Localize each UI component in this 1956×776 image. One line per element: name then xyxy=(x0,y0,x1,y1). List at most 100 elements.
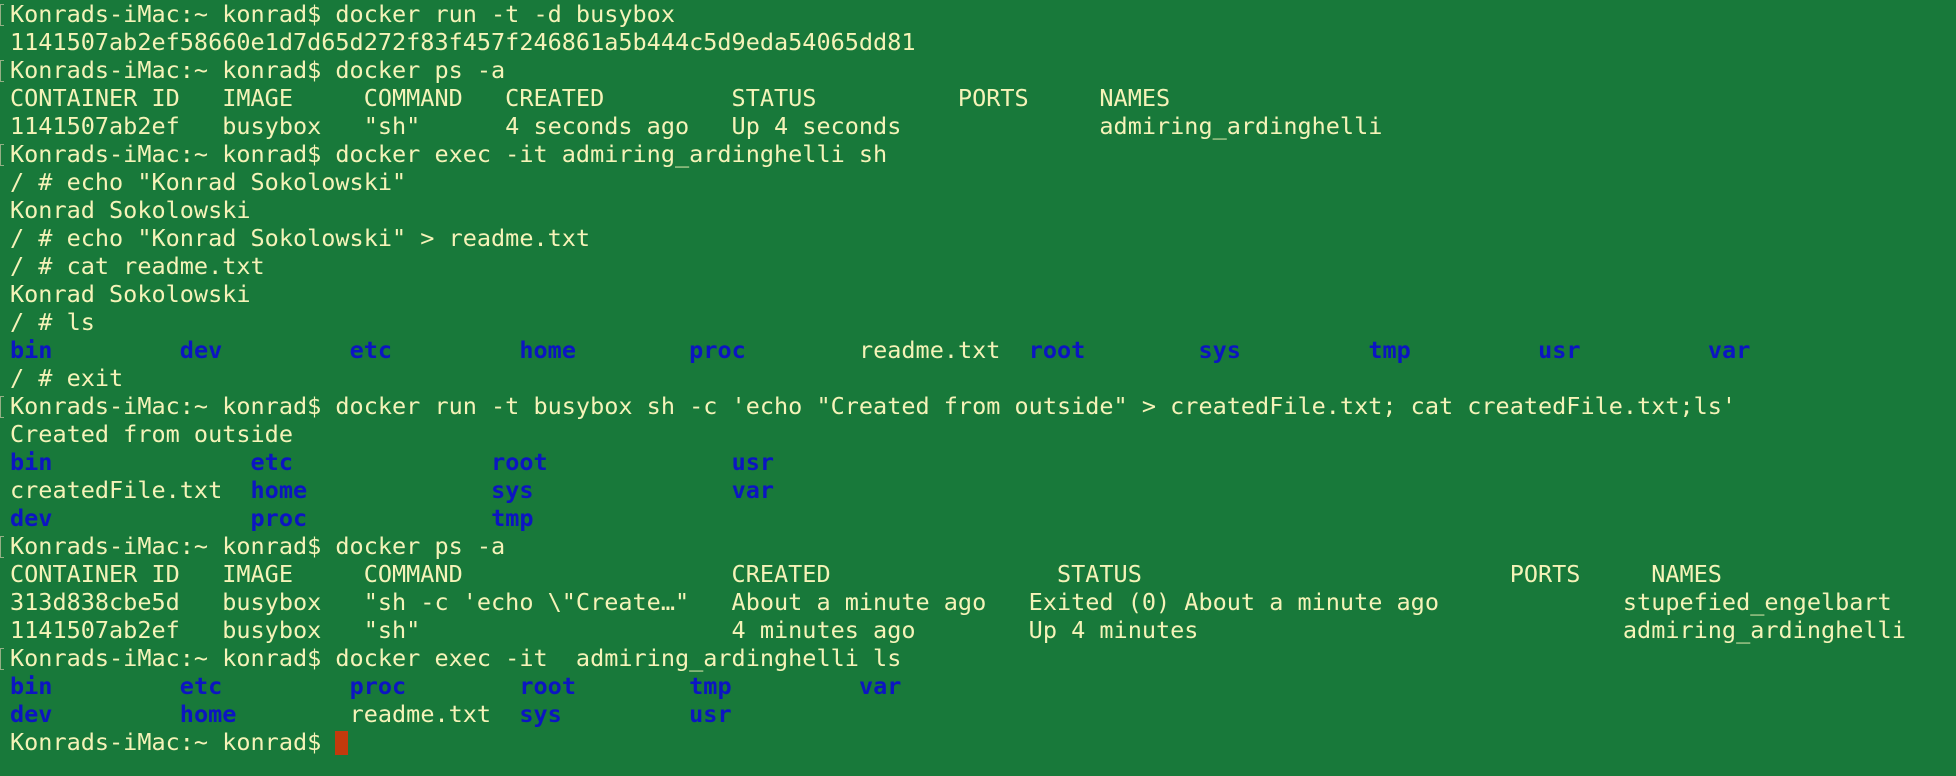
directory-name: sys xyxy=(491,476,534,504)
directory-name: home xyxy=(519,336,576,364)
line-text: CONTAINER ID IMAGE COMMAND CREATED STATU… xyxy=(10,560,1722,588)
directory-name: tmp xyxy=(689,672,732,700)
line-text: Konrads-iMac:~ konrad$ docker exec -it a… xyxy=(10,644,902,672)
line-marker xyxy=(0,536,4,558)
line-text: / # echo "Konrad Sokolowski" > readme.tx… xyxy=(10,224,591,252)
directory-name: root xyxy=(491,448,548,476)
text-cursor[interactable] xyxy=(335,731,349,755)
directory-name: bin xyxy=(10,336,53,364)
terminal-command-line: Konrads-iMac:~ konrad$ docker run -t bus… xyxy=(0,392,1956,420)
terminal-output-line: Created from outside xyxy=(0,420,1956,448)
directory-listing-line: createdFile.txt home sys var xyxy=(0,476,1956,504)
terminal-command-line: / # cat readme.txt xyxy=(0,252,1956,280)
line-text: Konrads-iMac:~ konrad$ docker run -t -d … xyxy=(10,0,675,28)
file-name: readme.txt xyxy=(349,700,492,728)
directory-listing-line: bin etc root usr xyxy=(0,448,1956,476)
line-text: 1141507ab2ef busybox "sh" 4 minutes ago … xyxy=(10,616,1906,644)
directory-name: var xyxy=(1707,336,1751,364)
line-text: Konrads-iMac:~ konrad$ docker ps -a xyxy=(10,56,506,84)
terminal-output-line: 1141507ab2ef58660e1d7d65d272f83f457f2468… xyxy=(0,28,1956,56)
directory-name: dev xyxy=(10,700,53,728)
line-text: Konrads-iMac:~ konrad$ docker exec -it a… xyxy=(10,140,888,168)
terminal-command-line: Konrads-iMac:~ konrad$ docker exec -it a… xyxy=(0,140,1956,168)
line-marker xyxy=(0,396,4,418)
terminal-output-line: Konrad Sokolowski xyxy=(0,280,1956,308)
line-text: Created from outside xyxy=(10,420,293,448)
prompt-text: Konrads-iMac:~ konrad$ xyxy=(10,728,336,756)
line-marker xyxy=(0,4,4,26)
line-text: / # ls xyxy=(10,308,95,336)
directory-listing-line: bin dev etc home proc readme.txt root sy… xyxy=(0,336,1956,364)
directory-listing-line: bin etc proc root tmp var xyxy=(0,672,1956,700)
terminal-command-line: / # ls xyxy=(0,308,1956,336)
directory-name: root xyxy=(519,672,576,700)
line-marker xyxy=(0,60,4,82)
directory-listing-line: dev home readme.txt sys usr xyxy=(0,700,1956,728)
terminal-output-line: Konrad Sokolowski xyxy=(0,196,1956,224)
directory-name: etc xyxy=(250,448,293,476)
file-name: createdFile.txt xyxy=(10,476,223,504)
file-name: readme.txt xyxy=(858,336,1001,364)
line-text: 1141507ab2ef58660e1d7d65d272f83f457f2468… xyxy=(10,28,916,56)
directory-name: proc xyxy=(689,336,746,364)
line-marker xyxy=(0,648,4,670)
line-text: / # echo "Konrad Sokolowski" xyxy=(10,168,407,196)
terminal-command-line: Konrads-iMac:~ konrad$ docker ps -a xyxy=(0,532,1956,560)
line-text: 313d838cbe5d busybox "sh -c 'echo \"Crea… xyxy=(10,588,1892,616)
directory-name: var xyxy=(731,476,775,504)
directory-name: sys xyxy=(1198,336,1241,364)
directory-name: root xyxy=(1028,336,1086,364)
terminal-command-line: / # echo "Konrad Sokolowski" xyxy=(0,168,1956,196)
line-text: CONTAINER ID IMAGE COMMAND CREATED STATU… xyxy=(10,84,1171,112)
line-text: / # cat readme.txt xyxy=(10,252,265,280)
directory-name: proc xyxy=(250,504,308,532)
line-text: Konrad Sokolowski xyxy=(10,196,251,224)
directory-name: etc xyxy=(349,336,393,364)
terminal-output-line: 313d838cbe5d busybox "sh -c 'echo \"Crea… xyxy=(0,588,1956,616)
directory-listing-line: dev proc tmp xyxy=(0,504,1956,532)
terminal-output-line: CONTAINER ID IMAGE COMMAND CREATED STATU… xyxy=(0,560,1956,588)
directory-name: bin xyxy=(10,448,53,476)
line-text: Konrad Sokolowski xyxy=(10,280,251,308)
directory-name: dev xyxy=(179,336,223,364)
directory-name: dev xyxy=(10,504,53,532)
terminal-command-line: / # exit xyxy=(0,364,1956,392)
line-text: / # exit xyxy=(10,364,124,392)
terminal-active-prompt: Konrads-iMac:~ konrad$ xyxy=(0,728,1956,756)
directory-name: tmp xyxy=(491,504,534,532)
line-text: 1141507ab2ef busybox "sh" 4 seconds ago … xyxy=(10,112,1383,140)
directory-name: usr xyxy=(689,700,732,728)
terminal-command-line: / # echo "Konrad Sokolowski" > readme.tx… xyxy=(0,224,1956,252)
directory-name: usr xyxy=(731,448,775,476)
directory-name: proc xyxy=(349,672,407,700)
directory-name: home xyxy=(179,700,237,728)
directory-name: var xyxy=(858,672,902,700)
terminal-output-line: 1141507ab2ef busybox "sh" 4 minutes ago … xyxy=(0,616,1956,644)
line-text: Konrads-iMac:~ konrad$ docker ps -a xyxy=(10,532,506,560)
terminal-output-line: CONTAINER ID IMAGE COMMAND CREATED STATU… xyxy=(0,84,1956,112)
terminal-window[interactable]: Konrads-iMac:~ konrad$ docker run -t -d … xyxy=(0,0,1956,776)
directory-name: etc xyxy=(179,672,223,700)
directory-name: tmp xyxy=(1368,336,1411,364)
